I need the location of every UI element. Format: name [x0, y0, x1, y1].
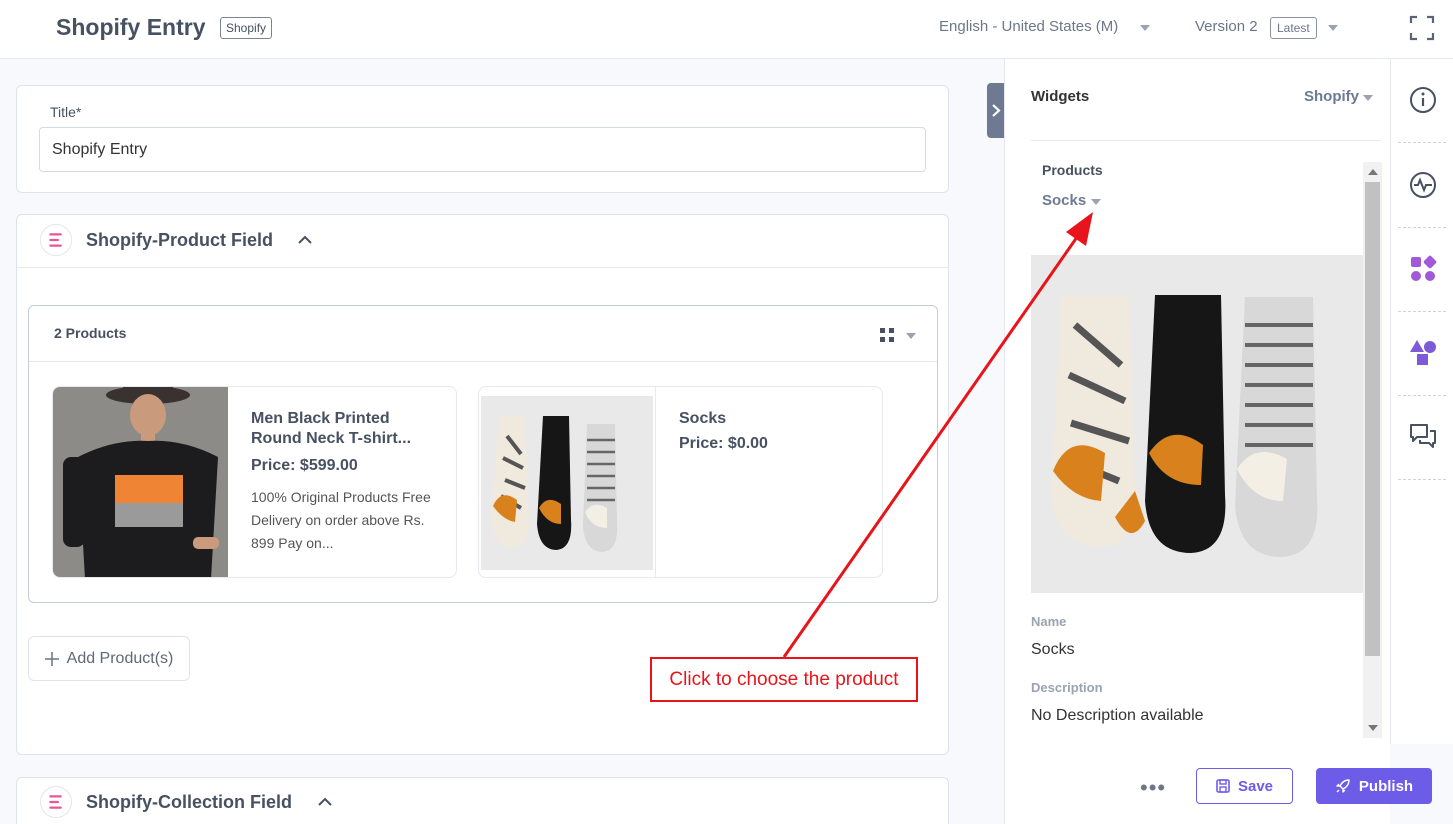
description-value: No Description available — [1031, 707, 1204, 724]
products-header-divider — [29, 361, 937, 362]
shopify-extension-icon — [40, 786, 72, 818]
save-label: Save — [1237, 777, 1274, 795]
add-products-button[interactable]: Add Product(s) — [28, 636, 190, 681]
rail-separator — [1398, 311, 1446, 312]
save-disk-icon — [1216, 779, 1230, 793]
activity-pulse-icon[interactable] — [1408, 170, 1438, 200]
products-count: 2 Products — [54, 325, 127, 341]
version-selector[interactable]: Version 2 — [1195, 18, 1258, 35]
product-chevron-down-icon[interactable] — [1091, 199, 1101, 205]
view-chevron-down-icon[interactable] — [906, 333, 916, 339]
product-card-socks[interactable]: Socks Price: $0.00 — [478, 386, 883, 578]
widgets-shapes-icon[interactable] — [1408, 338, 1438, 368]
description-label: Description — [1031, 680, 1103, 695]
name-label: Name — [1031, 614, 1067, 629]
shopify-extension-icon — [40, 224, 72, 256]
tshirt-product-image — [53, 387, 228, 577]
panel-scrollbar-thumb[interactable] — [1365, 182, 1380, 656]
grid-view-icon[interactable] — [879, 327, 895, 343]
product-card-tshirt[interactable]: Men Black Printed Round Neck T-shirt... … — [52, 386, 457, 578]
widgets-divider — [1031, 140, 1381, 141]
scroll-up-arrow-icon[interactable] — [1368, 169, 1378, 175]
info-icon[interactable] — [1408, 85, 1438, 115]
collection-field-title: Shopify-Collection Field — [86, 792, 292, 812]
product-name: Men Black Printed Round Neck T-shirt... — [251, 410, 412, 447]
name-value: Socks — [1031, 641, 1075, 658]
widget-chevron-down-icon[interactable] — [1363, 95, 1373, 101]
extensions-icon[interactable] — [1408, 254, 1438, 284]
top-header: Shopify Entry Shopify English - United S… — [0, 0, 1453, 59]
product-description: 100% Original Products Free Delivery on … — [251, 489, 431, 551]
rail-separator — [1398, 479, 1446, 480]
socks-product-image — [481, 396, 653, 570]
page-title: Shopify Entry — [56, 14, 206, 40]
rail-separator — [1398, 395, 1446, 396]
rail-separator — [1398, 227, 1446, 228]
version-chevron-down-icon[interactable] — [1328, 25, 1338, 31]
socks-card-divider — [655, 387, 656, 577]
title-field-label: Title* — [50, 104, 82, 120]
fullscreen-icon[interactable] — [1409, 15, 1435, 41]
add-products-label: Add Product(s) — [66, 649, 174, 667]
save-button[interactable]: Save — [1196, 768, 1293, 804]
product-selector[interactable]: Socks — [1042, 192, 1086, 209]
locale-chevron-down-icon[interactable] — [1140, 25, 1150, 31]
rail-separator — [1398, 142, 1446, 143]
title-input[interactable] — [39, 127, 926, 172]
product-price: Price: $599.00 — [251, 457, 358, 474]
publish-button[interactable]: Publish — [1316, 768, 1432, 804]
collapse-chevron-up-icon[interactable] — [318, 797, 332, 807]
product-name: Socks — [679, 410, 727, 427]
product-price: Price: $0.00 — [679, 435, 768, 452]
collapse-chevron-up-icon[interactable] — [298, 235, 312, 245]
more-options-icon[interactable]: ••• — [1140, 775, 1166, 801]
annotation-callout: Click to choose the product — [650, 657, 918, 702]
products-dropdown-label: Products — [1042, 162, 1103, 178]
rocket-icon — [1336, 779, 1350, 793]
right-icon-rail — [1390, 59, 1453, 744]
scroll-down-arrow-icon[interactable] — [1368, 725, 1378, 731]
content-type-badge: Shopify — [220, 17, 273, 39]
widget-selector[interactable]: Shopify — [1304, 88, 1359, 105]
widgets-title: Widgets — [1031, 88, 1090, 105]
locale-selector[interactable]: English - United States (M) — [939, 18, 1118, 35]
selected-product-image — [1031, 255, 1363, 593]
section-divider — [17, 267, 948, 268]
publish-label: Publish — [1358, 777, 1414, 795]
chevron-right-icon — [992, 104, 1001, 117]
latest-badge: Latest — [1270, 17, 1317, 39]
comments-icon[interactable] — [1408, 422, 1438, 452]
plus-icon — [44, 651, 59, 666]
product-field-title: Shopify-Product Field — [86, 230, 273, 250]
panel-toggle-tab[interactable] — [987, 83, 1004, 138]
